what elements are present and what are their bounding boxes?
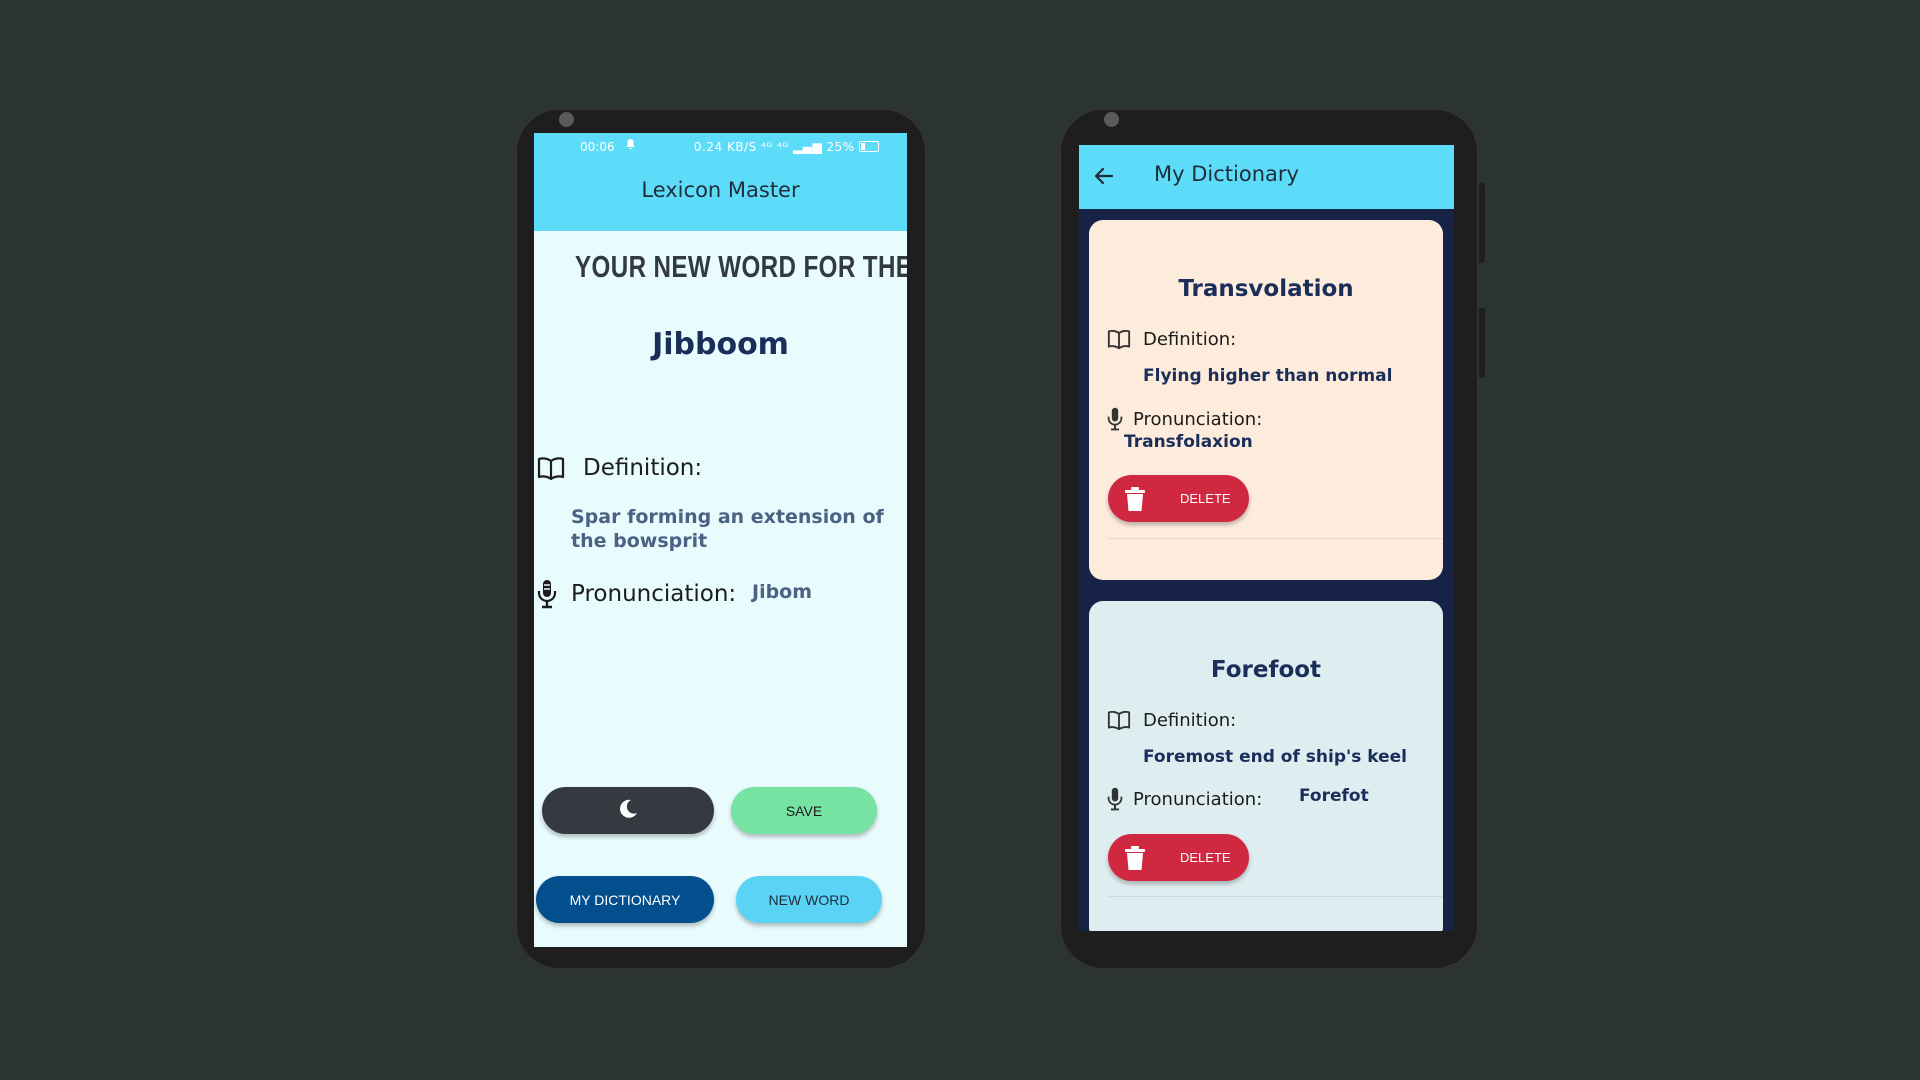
- save-button[interactable]: SAVE: [731, 787, 877, 834]
- pronunciation-row: Pronunciation:: [1107, 786, 1262, 812]
- book-icon: [1107, 328, 1131, 350]
- word-of-day: Jibboom: [652, 327, 789, 362]
- battery-icon: [859, 141, 879, 152]
- definition-label: Definition:: [583, 455, 703, 481]
- bell-icon: [625, 138, 636, 153]
- dictionary-card: Transvolation Definition: Flying higher …: [1089, 220, 1443, 580]
- pronunciation-row: Pronunciation:: [1107, 406, 1262, 432]
- status-bar: 00:06 0.24 KB/S ⁴ᴳ ⁴ᴳ ▂▄▆ 25%: [534, 133, 907, 161]
- definition-row: Definition:: [1107, 709, 1236, 731]
- status-indicators: 0.24 KB/S ⁴ᴳ ⁴ᴳ ▂▄▆ 25%: [694, 140, 879, 154]
- word-of-day-screen: 00:06 0.24 KB/S ⁴ᴳ ⁴ᴳ ▂▄▆ 25% Lexicon Ma…: [534, 133, 907, 947]
- app-bar: Lexicon Master: [534, 161, 907, 231]
- microphone-icon: [1107, 406, 1123, 432]
- status-text: 0.24 KB/S ⁴ᴳ ⁴ᴳ ▂▄▆ 25%: [693, 140, 855, 154]
- definition-row: Definition:: [1107, 328, 1236, 350]
- definition-label: Definition:: [1143, 328, 1237, 350]
- book-icon: [1107, 709, 1131, 731]
- trash-icon: [1124, 845, 1146, 874]
- delete-label: DELETE: [1180, 850, 1231, 865]
- definition-label: Definition:: [1143, 709, 1237, 731]
- dark-mode-toggle-button[interactable]: [542, 787, 714, 834]
- dictionary-card: Forefoot Definition: Foremost end of shi…: [1089, 601, 1443, 931]
- new-word-button[interactable]: NEW WORD: [736, 876, 882, 923]
- page-title: My Dictionary: [1154, 162, 1299, 186]
- pronunciation-value: Jibom: [752, 581, 813, 603]
- book-icon: [537, 455, 565, 481]
- microphone-icon: [1107, 786, 1123, 812]
- right-phone-frame: My Dictionary Transvolation Definition: …: [1059, 108, 1485, 970]
- front-camera: [559, 112, 574, 127]
- front-camera: [1104, 112, 1119, 127]
- definition-text: Foremost end of ship's keel: [1143, 747, 1407, 767]
- app-bar: My Dictionary: [1079, 145, 1454, 209]
- pronunciation-label: Pronunciation:: [571, 581, 737, 607]
- pronunciation-label: Pronunciation:: [1133, 408, 1263, 430]
- definition-row: Definition:: [537, 455, 702, 481]
- delete-button[interactable]: DELETE: [1108, 475, 1249, 522]
- card-word: Transvolation: [1178, 276, 1354, 302]
- side-button-power: [1479, 308, 1485, 378]
- my-dictionary-screen: My Dictionary Transvolation Definition: …: [1079, 145, 1454, 931]
- page-heading: YOUR NEW WORD FOR THE DAY: [575, 249, 907, 284]
- definition-text: Flying higher than normal: [1143, 366, 1393, 386]
- trash-icon: [1124, 486, 1146, 515]
- pronunciation-row: Pronunciation:: [537, 579, 736, 609]
- pronunciation-label: Pronunciation:: [1133, 788, 1263, 810]
- app-title: Lexicon Master: [641, 178, 800, 202]
- pronunciation-value: Forefot: [1299, 786, 1369, 806]
- my-dictionary-button[interactable]: MY DICTIONARY: [536, 876, 714, 923]
- card-divider: [1108, 896, 1443, 897]
- status-time: 00:06: [580, 140, 615, 154]
- side-button-volume: [1479, 183, 1485, 263]
- microphone-icon: [537, 579, 557, 609]
- back-arrow-icon[interactable]: [1093, 165, 1115, 191]
- card-word: Forefoot: [1210, 657, 1322, 683]
- left-phone-frame: 00:06 0.24 KB/S ⁴ᴳ ⁴ᴳ ▂▄▆ 25% Lexicon Ma…: [515, 108, 927, 970]
- moon-icon: [617, 798, 639, 823]
- card-divider: [1108, 538, 1443, 539]
- pronunciation-value: Transfolaxion: [1124, 432, 1253, 452]
- delete-label: DELETE: [1180, 491, 1231, 506]
- definition-text: Spar forming an extension of the bowspri…: [571, 506, 884, 552]
- delete-button[interactable]: DELETE: [1108, 834, 1249, 881]
